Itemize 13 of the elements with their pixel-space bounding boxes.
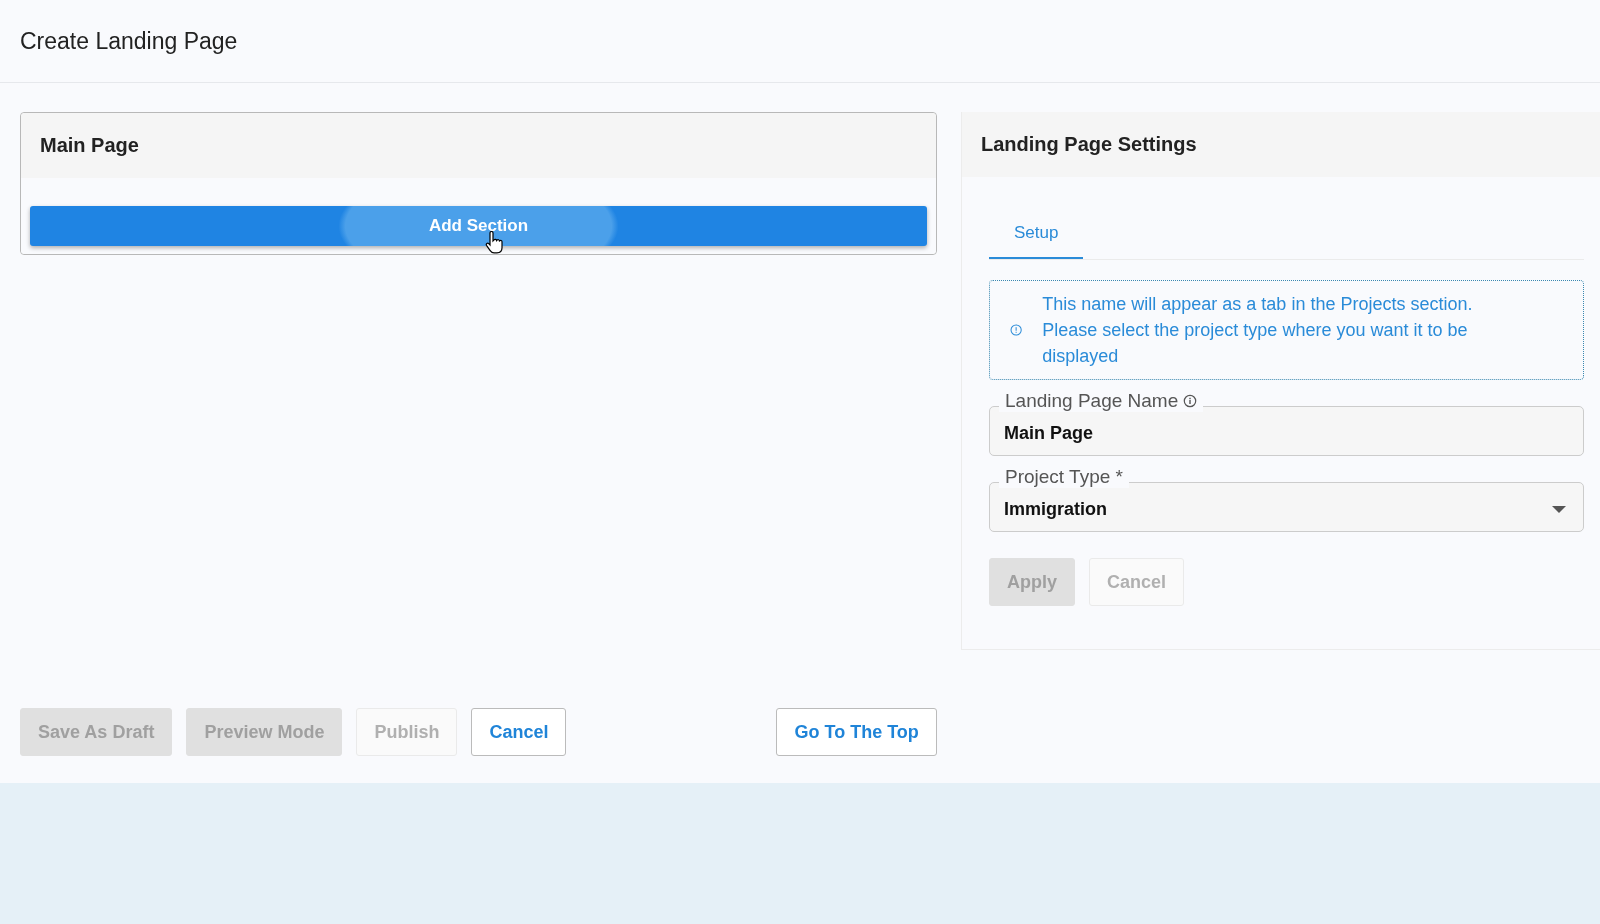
panel-title: Landing Page Settings xyxy=(981,133,1197,156)
action-button[interactable]: Cancel xyxy=(471,708,567,756)
setup-tab[interactable]: Setup xyxy=(989,211,1084,259)
caret-icon xyxy=(1552,506,1566,514)
info-text: This name will appear as a tab in the Projects section. Please select the project type where you want it to be displayed xyxy=(1042,293,1474,368)
add-section-button[interactable]: Add Section xyxy=(30,206,927,246)
card-title: Main Page xyxy=(40,134,139,157)
go-to-top-button[interactable]: Go To The Top xyxy=(776,708,937,756)
field-label: Landing Page Name xyxy=(1005,390,1179,412)
field-value: Main Page xyxy=(1004,422,1094,444)
field-label: Project Type * xyxy=(1005,466,1123,488)
field-value: Immigration xyxy=(1004,498,1107,520)
page-title: Create Landing Page xyxy=(20,27,238,55)
